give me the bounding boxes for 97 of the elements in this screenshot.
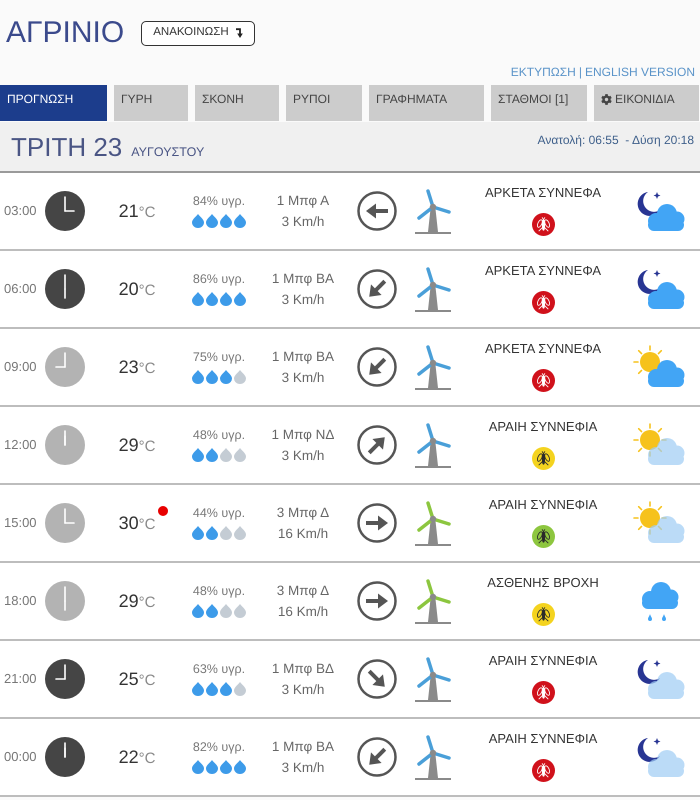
announcement-button[interactable]: ΑΝΑΚΟΙΝΩΣΗ <box>141 20 255 46</box>
water-drop-icon <box>192 214 204 228</box>
time-text: 21:00 <box>4 671 37 686</box>
temperature-text: 30°C <box>118 516 156 532</box>
water-drop-icon <box>220 292 232 306</box>
wind-force-text: 1 Μπφ ΒΑ <box>272 738 334 756</box>
wind-force-text: 1 Μπφ ΒΑ <box>272 270 334 288</box>
condition-text: ΑΣΘΕΝΗΣ ΒΡΟΧΗ <box>487 575 599 591</box>
condition-text: ΑΡΑΙΗ ΣΥΝΝΕΦΙΑ <box>488 731 598 747</box>
water-drop-icon <box>206 526 218 540</box>
wind-speed-text: 16 Km/h <box>278 603 328 621</box>
water-drop-icon <box>220 526 232 540</box>
water-drop-icon <box>234 604 246 618</box>
city-title: ΑΓΡΙΝΙΟ <box>6 16 124 50</box>
tab[interactable]: ΓΥΡΗ <box>114 85 188 121</box>
water-drop-icon <box>192 526 204 540</box>
temperature-text: 20°C <box>118 282 156 298</box>
water-drop-icon <box>192 292 204 306</box>
wind-force-text: 1 Μπφ Α <box>276 192 330 210</box>
tab[interactable]: ΡΥΠΟΙ <box>286 85 362 121</box>
water-drop-icon <box>220 604 232 618</box>
water-drop-icon <box>206 214 218 228</box>
temperature-text: 29°C <box>118 594 156 610</box>
wind-speed-text: 3 Km/h <box>282 759 324 777</box>
humidity-text: 86% υγρ. <box>192 272 246 287</box>
condition-text: ΑΡΑΙΗ ΣΥΝΝΕΦΙΑ <box>488 497 598 513</box>
water-drop-icon <box>234 214 246 228</box>
humidity-text: 75% υγρ. <box>192 350 246 365</box>
english-version-link[interactable]: ENGLISH VERSION <box>584 63 695 81</box>
wind-force-text: 1 Μπφ ΒΑ <box>272 348 334 366</box>
tab[interactable]: ΓΡΑΦΗΜΑΤΑ <box>369 85 484 121</box>
water-drop-icon <box>220 448 232 462</box>
wind-force-text: 3 Μπφ Δ <box>276 504 330 522</box>
wind-speed-text: 3 Km/h <box>282 369 324 387</box>
turn-down-arrow-icon <box>236 28 243 38</box>
water-drop-icon <box>192 760 204 774</box>
condition-text: ΑΡΑΙΗ ΣΥΝΝΕΦΙΑ <box>488 653 598 669</box>
water-drop-icon <box>234 370 246 384</box>
water-drop-icon <box>234 682 246 696</box>
water-drop-icon <box>234 448 246 462</box>
water-drop-icon <box>234 526 246 540</box>
water-drop-icon <box>192 370 204 384</box>
sun-times-text: Ανατολή: 06:55 - Δύση 20:18 <box>538 132 694 148</box>
humidity-text: 44% υγρ. <box>192 506 246 521</box>
wind-force-text: 1 Μπφ ΝΔ <box>272 426 334 444</box>
water-drop-icon <box>234 760 246 774</box>
tab[interactable]: ΠΡΟΓΝΩΣΗ <box>0 85 107 121</box>
wind-force-text: 3 Μπφ Δ <box>276 582 330 600</box>
time-text: 00:00 <box>4 749 37 764</box>
day-title: ΤΡΙΤΗ 23 <box>11 132 122 162</box>
water-drop-icon <box>206 370 218 384</box>
wind-speed-text: 3 Km/h <box>282 447 324 465</box>
water-drop-icon <box>220 682 232 696</box>
time-text: 03:00 <box>4 203 37 218</box>
settings-icon <box>601 94 612 105</box>
time-text: 09:00 <box>4 359 37 374</box>
month-label: ΑΥΓΟΥΣΤΟΥ <box>131 144 204 161</box>
humidity-text: 48% υγρ. <box>192 428 246 443</box>
temperature-text: 29°C <box>118 438 156 454</box>
water-drop-icon <box>206 682 218 696</box>
wind-speed-text: 16 Km/h <box>278 525 328 543</box>
temperature-text: 25°C <box>118 672 156 688</box>
temperature-text: 23°C <box>118 360 156 376</box>
time-text: 06:00 <box>4 281 37 296</box>
humidity-text: 48% υγρ. <box>192 584 246 599</box>
condition-text: ΑΡΑΙΗ ΣΥΝΝΕΦΙΑ <box>488 419 598 435</box>
water-drop-icon <box>206 604 218 618</box>
water-drop-icon <box>206 448 218 462</box>
water-drop-icon <box>206 760 218 774</box>
humidity-text: 82% υγρ. <box>192 740 246 755</box>
water-drop-icon <box>220 214 232 228</box>
water-drop-icon <box>220 370 232 384</box>
print-link[interactable]: ΕΚΤΥΠΩΣΗ <box>510 63 576 81</box>
wind-speed-text: 3 Km/h <box>282 681 324 699</box>
time-text: 18:00 <box>4 593 37 608</box>
tab[interactable]: ΕΙΚΟΝΙΔΙΑ <box>594 85 699 121</box>
humidity-text: 63% υγρ. <box>192 662 246 677</box>
water-drop-icon <box>192 448 204 462</box>
wind-speed-text: 3 Km/h <box>282 213 324 231</box>
condition-text: ΑΡΚΕΤΑ ΣΥΝΝΕΦΑ <box>484 185 602 201</box>
water-drop-icon <box>206 292 218 306</box>
condition-text: ΑΡΚΕΤΑ ΣΥΝΝΕΦΑ <box>484 263 602 279</box>
tab[interactable]: ΣΚΟΝΗ <box>195 85 279 121</box>
condition-text: ΑΡΚΕΤΑ ΣΥΝΝΕΦΑ <box>484 341 602 357</box>
water-drop-icon <box>192 604 204 618</box>
water-drop-icon <box>192 682 204 696</box>
link-separator: | <box>578 64 582 81</box>
time-text: 15:00 <box>4 515 37 530</box>
wind-speed-text: 3 Km/h <box>282 291 324 309</box>
time-text: 12:00 <box>4 437 37 452</box>
wind-force-text: 1 Μπφ ΒΔ <box>272 660 334 678</box>
temperature-text: 22°C <box>118 750 156 766</box>
tab[interactable]: ΣΤΑΘΜΟΙ [1] <box>491 85 587 121</box>
water-drop-icon <box>234 292 246 306</box>
humidity-text: 84% υγρ. <box>192 194 246 209</box>
water-drop-icon <box>220 760 232 774</box>
temperature-text: 21°C <box>118 204 156 220</box>
